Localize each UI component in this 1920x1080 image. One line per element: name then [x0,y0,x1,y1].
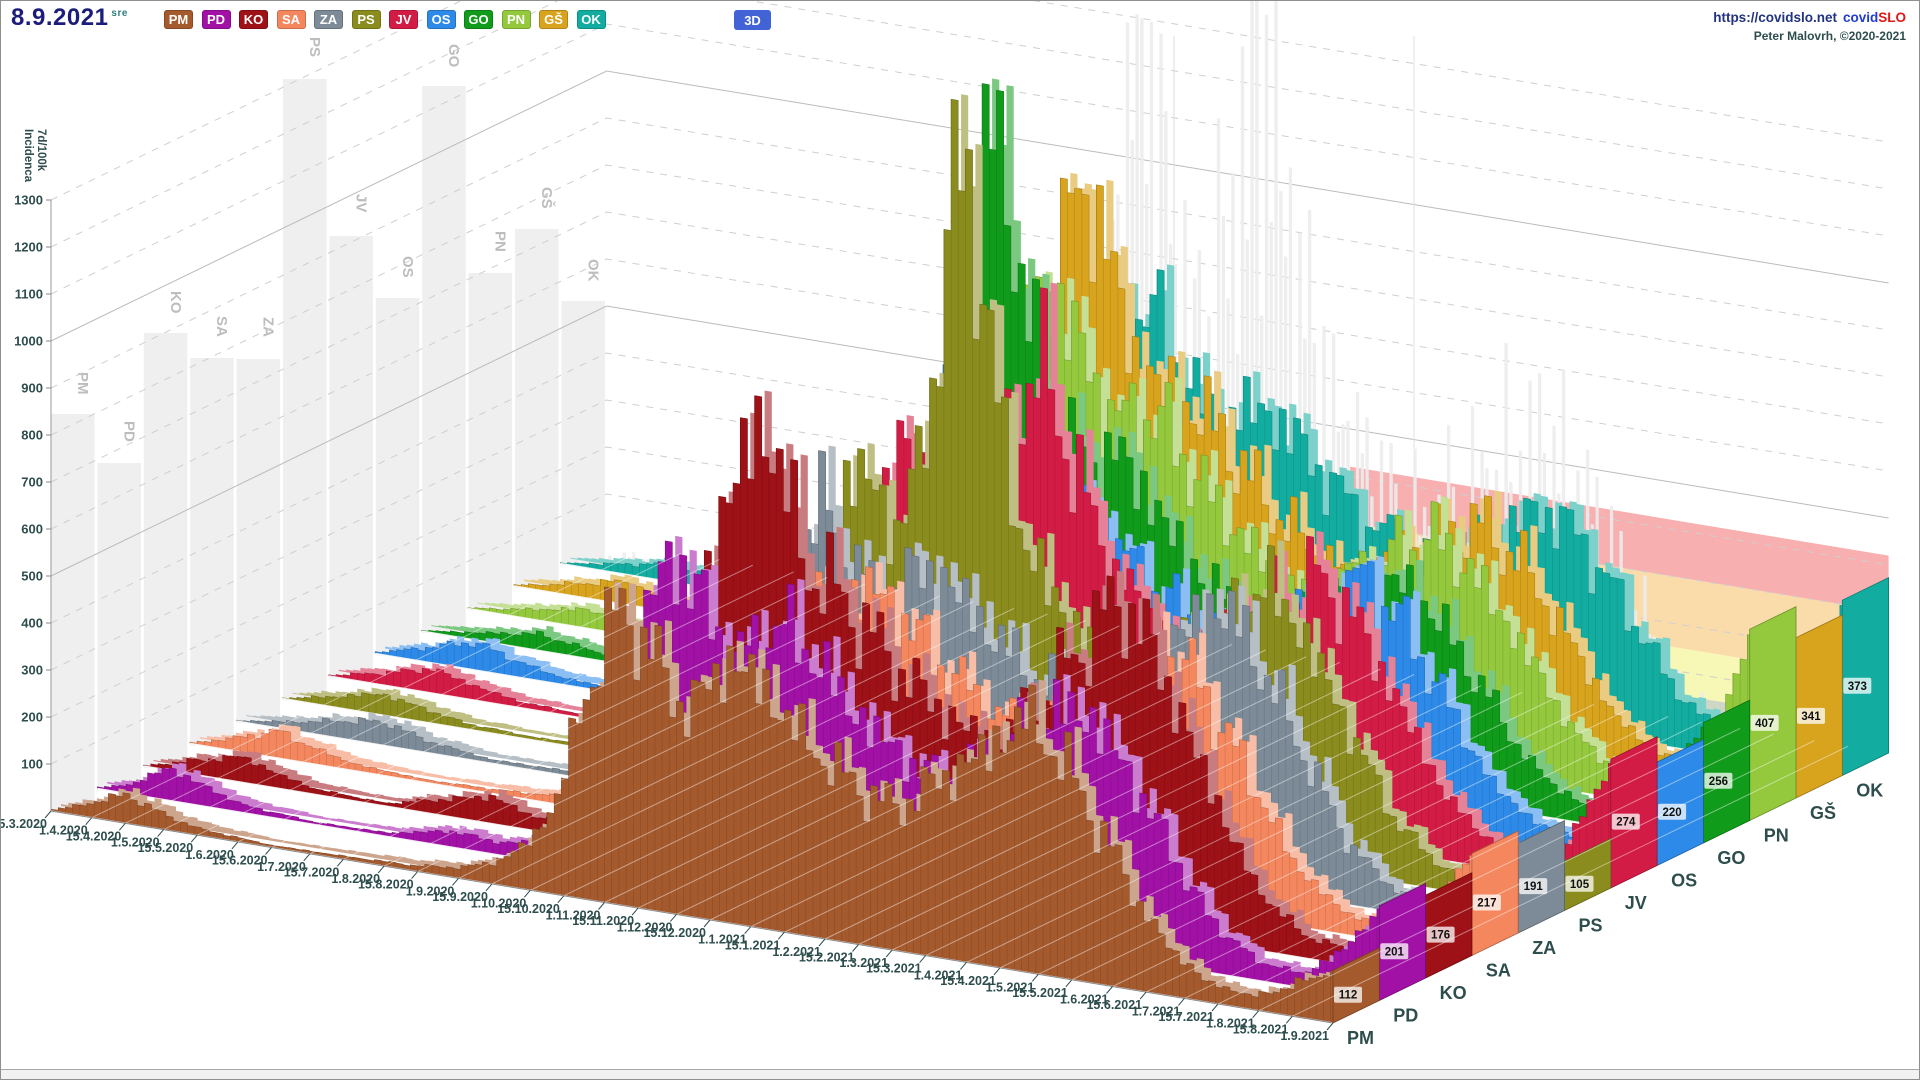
legend-button-SA[interactable]: SA [276,10,306,29]
value-chip-PN: 407 [1755,718,1774,730]
legend-button-PM[interactable]: PM [164,10,193,29]
legend-button-PS[interactable]: PS [351,10,381,29]
ghost-bar-label-GŠ: GŠ [538,187,556,209]
y-tick-label-500: 500 [21,569,43,584]
y-tick-label-800: 800 [21,428,43,443]
horizontal-scrollbar[interactable] [1,1069,1919,1079]
y-axis-title-line1: 7d/100k [35,129,47,172]
y-tick-label-100: 100 [21,757,43,772]
view-3d-button[interactable]: 3D [734,10,771,30]
ridge-end-face-JV [1610,736,1658,889]
y-tick-label-300: 300 [21,663,43,678]
legend-button-ZA[interactable]: ZA [314,10,343,29]
date-value: 8.9.2021 [11,4,109,31]
site-url-line: https://covidslo.net covidSLO [1713,10,1906,25]
legend-button-GO[interactable]: GO [464,10,493,29]
legend-button-JV[interactable]: JV [389,10,418,29]
ridge-end-face-PN [1749,606,1797,822]
value-chip-KO: 176 [1431,930,1450,942]
value-chip-ZA: 191 [1524,881,1544,893]
region-label-PN: PN [1764,826,1789,846]
y-axis-title-line2: Incidenca [22,129,34,183]
value-chip-PM: 112 [1339,990,1358,1002]
legend-button-KO[interactable]: KO [239,10,268,29]
y-tick-label-600: 600 [21,522,43,537]
region-label-KO: KO [1440,983,1467,1003]
ghost-bar-SA [190,358,234,746]
value-chip-GO: 256 [1709,776,1728,788]
region-label-PS: PS [1579,916,1603,936]
current-date: 8.9.2021 sre [11,4,128,32]
region-label-GŠ: GŠ [1810,802,1836,823]
ghost-bar-label-PN: PN [492,231,509,252]
ghost-bar-GO [422,86,466,633]
y-tick-label-1100: 1100 [15,287,43,302]
ghost-bar-KO [143,333,188,768]
ridge-end-face-GŠ [1795,614,1843,799]
x-tick-label: 1.9.2021 [1280,1029,1329,1043]
ridge-end-face-GO [1703,699,1751,844]
ridge-3d-chart[interactable]: PM PD KO SA ZA PS JV OS GO PN GŠ OK 373 OK 341 GŠ 407 PN 2… [1,1,1920,1080]
ghost-bar-label-GO: GO [445,44,462,68]
y-tick-label-1200: 1200 [14,240,43,255]
ghost-bar-PS [283,79,327,701]
y-tick-label-1000: 1000 [14,334,43,349]
ghost-bar-PD [97,463,141,791]
legend-button-PD[interactable]: PD [201,10,231,29]
covidslo-3d-page: PM PD KO SA ZA PS JV OS GO PN GŠ OK 373 OK 341 GŠ 407 PN 2… [0,0,1920,1080]
ghost-bar-OS [375,298,420,656]
value-chip-PD: 201 [1385,946,1405,958]
ghost-bar-GŠ [515,229,559,588]
legend-button-PN[interactable]: PN [501,10,531,29]
ghost-bar-label-PD: PD [120,421,137,442]
value-chip-JV: 274 [1616,817,1636,829]
region-label-PM: PM [1347,1028,1374,1048]
region-label-OK: OK [1856,781,1883,801]
ghost-bar-label-ZA: ZA [260,317,277,337]
author-credit: Peter Malovrh, ©2020-2021 [1753,29,1906,43]
value-chip-GŠ: 341 [1801,711,1821,723]
site-url[interactable]: https://covidslo.net [1713,10,1837,25]
value-chip-SA: 217 [1477,898,1496,910]
ghost-bar-label-SA: SA [213,316,230,337]
ridge-end-face-OK [1841,577,1889,777]
value-chip-OK: 373 [1848,681,1867,693]
ghost-bar-label-OS: OS [399,256,416,278]
region-label-ZA: ZA [1532,938,1556,958]
y-tick-label-400: 400 [21,616,43,631]
ghost-bar-label-OK: OK [584,259,601,282]
ridge-end-face-OS [1656,738,1704,867]
value-chip-OS: 220 [1663,807,1682,819]
x-tick-label: 15.12.2020 [643,926,706,940]
ghost-bar-ZA [236,359,281,723]
y-tick-label-700: 700 [21,475,43,490]
legend-button-GŠ[interactable]: GŠ [539,10,568,29]
ghost-bar-PM [51,414,95,813]
ghost-bar-JV [329,236,373,678]
legend-button-OK[interactable]: OK [576,10,606,29]
region-label-JV: JV [1625,893,1647,913]
region-label-PD: PD [1393,1006,1418,1026]
region-label-SA: SA [1486,961,1511,981]
ghost-bar-PN [468,273,513,611]
ghost-bar-label-JV: JV [352,194,369,212]
weekday-label: sre [111,8,128,19]
region-label-OS: OS [1671,871,1697,891]
ghost-bar-label-KO: KO [167,291,184,314]
ghost-bar-OK [561,301,605,566]
y-tick-label-900: 900 [21,381,43,396]
y-tick-label-200: 200 [21,710,43,725]
y-tick-label-1300: 1300 [14,193,43,208]
legend-button-OS[interactable]: OS [426,10,456,29]
region-label-GO: GO [1717,848,1745,868]
ghost-bar-label-PS: PS [306,37,323,57]
brand-slo: SLO [1878,10,1906,25]
region-legend: PM PD KO SA ZA PS JV OS GO PN GŠ OK [164,10,606,29]
value-chip-PS: 105 [1570,879,1590,891]
brand-covid: covid [1842,10,1879,25]
